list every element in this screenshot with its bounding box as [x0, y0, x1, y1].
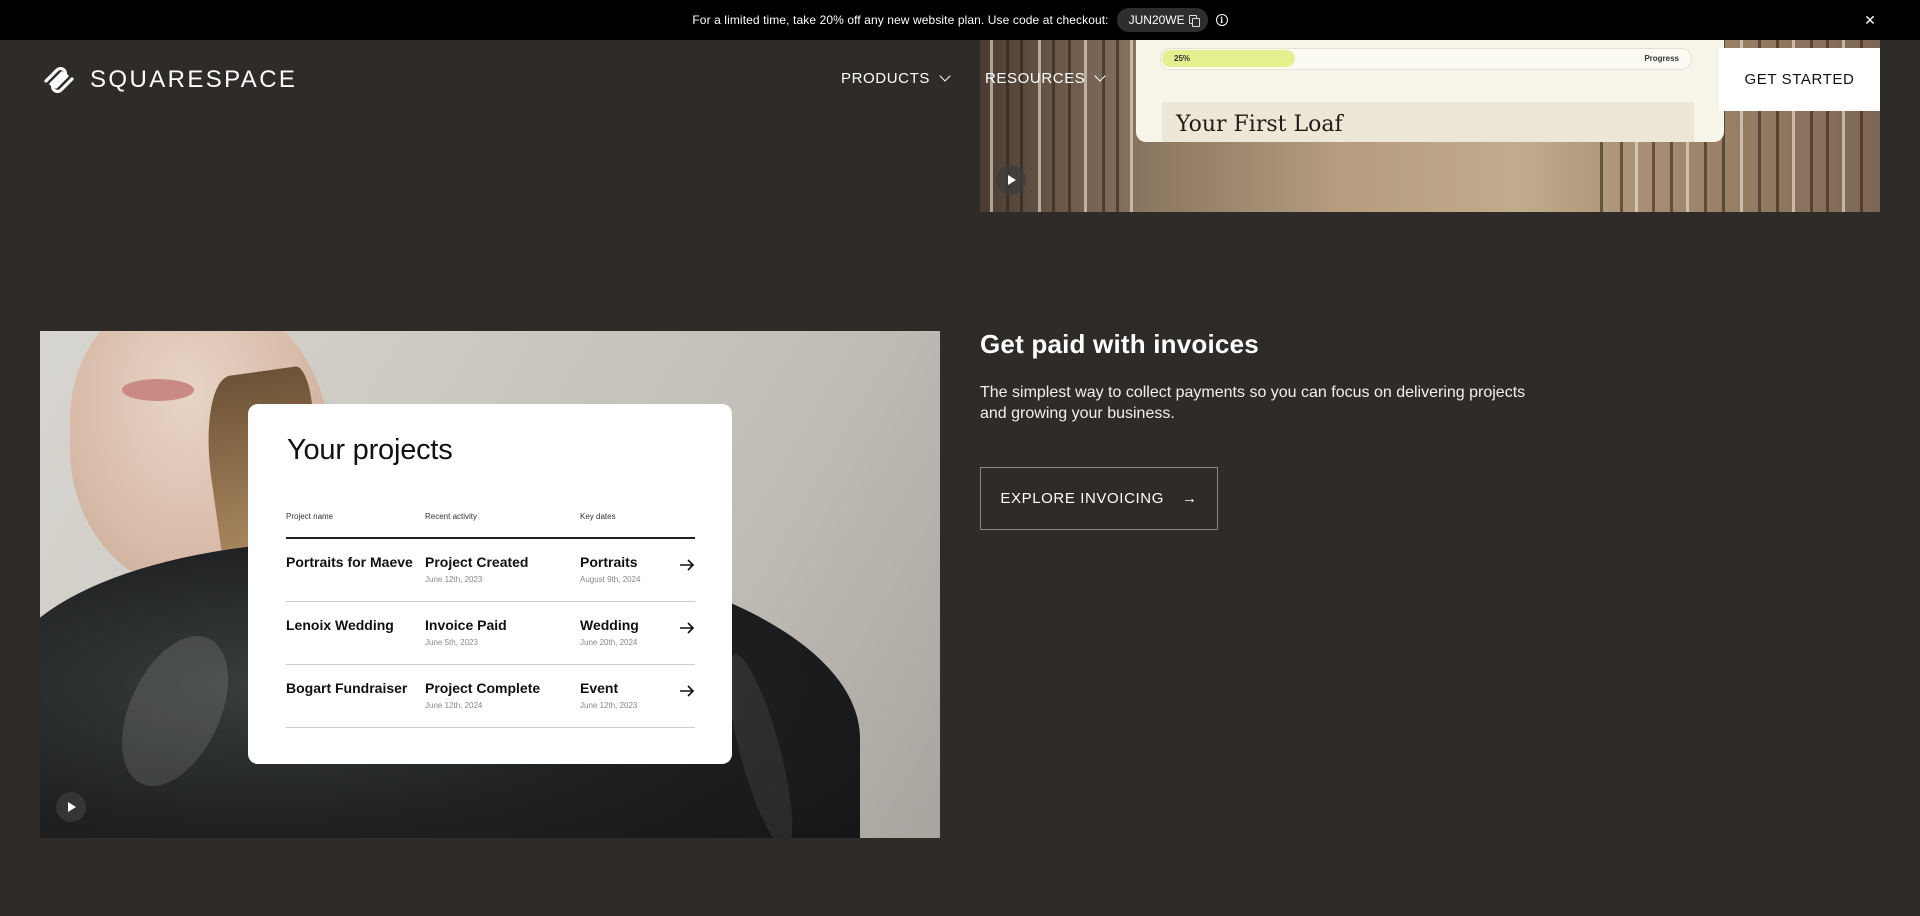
- play-icon: [1008, 175, 1016, 185]
- nav-resources[interactable]: RESOURCES: [984, 70, 1107, 87]
- arrow-right-icon: [680, 559, 695, 571]
- activity-date: June 12th, 2023: [425, 575, 483, 584]
- chevron-down-icon: [1094, 70, 1107, 82]
- invoice-feature-media: Your projects Project name Recent activi…: [40, 331, 940, 838]
- main-nav: PRODUCTS RESOURCES: [841, 70, 1107, 87]
- nav-products[interactable]: PRODUCTS: [841, 70, 951, 87]
- table-row[interactable]: Bogart Fundraiser Project Complete June …: [286, 665, 695, 728]
- arrow-right-icon: →: [1181, 490, 1198, 507]
- site-header: SQUARESPACE PRODUCTS RESOURCES GET START…: [0, 40, 1920, 120]
- activity-date: June 5th, 2023: [425, 638, 478, 647]
- logo-text: SQUARESPACE: [90, 66, 298, 93]
- key-date-label: Portraits: [580, 554, 638, 570]
- key-date: August 9th, 2024: [580, 575, 641, 584]
- copy-icon: [1188, 15, 1200, 27]
- play-icon: [68, 802, 76, 812]
- promo-code-chip[interactable]: JUN20WE: [1116, 8, 1208, 32]
- promo-code: JUN20WE: [1128, 13, 1185, 27]
- photo-lips: [122, 379, 194, 401]
- get-started-button[interactable]: GET STARTED: [1719, 48, 1880, 111]
- column-header-key-dates: Key dates: [580, 512, 616, 521]
- key-date-label: Wedding: [580, 617, 639, 633]
- recent-activity: Project Created: [425, 554, 529, 570]
- button-label: EXPLORE INVOICING: [1000, 490, 1164, 507]
- nav-label: RESOURCES: [984, 70, 1086, 87]
- promo-bar: For a limited time, take 20% off any new…: [0, 0, 1920, 40]
- logo[interactable]: SQUARESPACE: [40, 64, 297, 96]
- project-name: Portraits for Maeve: [286, 554, 413, 570]
- activity-date: June 12th, 2024: [425, 701, 483, 710]
- promo-text: For a limited time, take 20% off any new…: [692, 13, 1109, 27]
- projects-title: Your projects: [287, 434, 453, 466]
- column-header-project-name: Project name: [286, 512, 334, 521]
- projects-card: Your projects Project name Recent activi…: [248, 404, 732, 764]
- invoice-feature-text: Get paid with invoices The simplest way …: [980, 328, 1540, 530]
- play-button[interactable]: [56, 792, 86, 822]
- arrow-right-icon: [680, 622, 695, 634]
- key-date-label: Event: [580, 680, 619, 696]
- close-icon[interactable]: ✕: [1862, 12, 1878, 28]
- info-icon[interactable]: i: [1215, 14, 1228, 26]
- nav-label: PRODUCTS: [841, 70, 930, 87]
- table-row[interactable]: Lenoix Wedding Invoice Paid June 5th, 20…: [286, 602, 695, 665]
- key-date: June 20th, 2024: [580, 638, 638, 647]
- section-title: Get paid with invoices: [980, 329, 1259, 359]
- recent-activity: Project Complete: [425, 680, 541, 696]
- arrow-right-icon: [680, 685, 695, 697]
- play-button-top[interactable]: [996, 165, 1026, 195]
- project-name: Lenoix Wedding: [286, 617, 394, 633]
- explore-invoicing-button[interactable]: EXPLORE INVOICING →: [980, 467, 1218, 530]
- section-description: The simplest way to collect payments so …: [980, 384, 1526, 422]
- chevron-down-icon: [939, 70, 951, 82]
- recent-activity: Invoice Paid: [425, 617, 507, 633]
- column-header-recent-activity: Recent activity: [425, 512, 478, 521]
- key-date: June 12th, 2023: [580, 701, 638, 710]
- table-row[interactable]: Portraits for Maeve Project Created June…: [286, 539, 695, 602]
- project-name: Bogart Fundraiser: [286, 680, 408, 696]
- squarespace-logo-icon: [44, 67, 74, 93]
